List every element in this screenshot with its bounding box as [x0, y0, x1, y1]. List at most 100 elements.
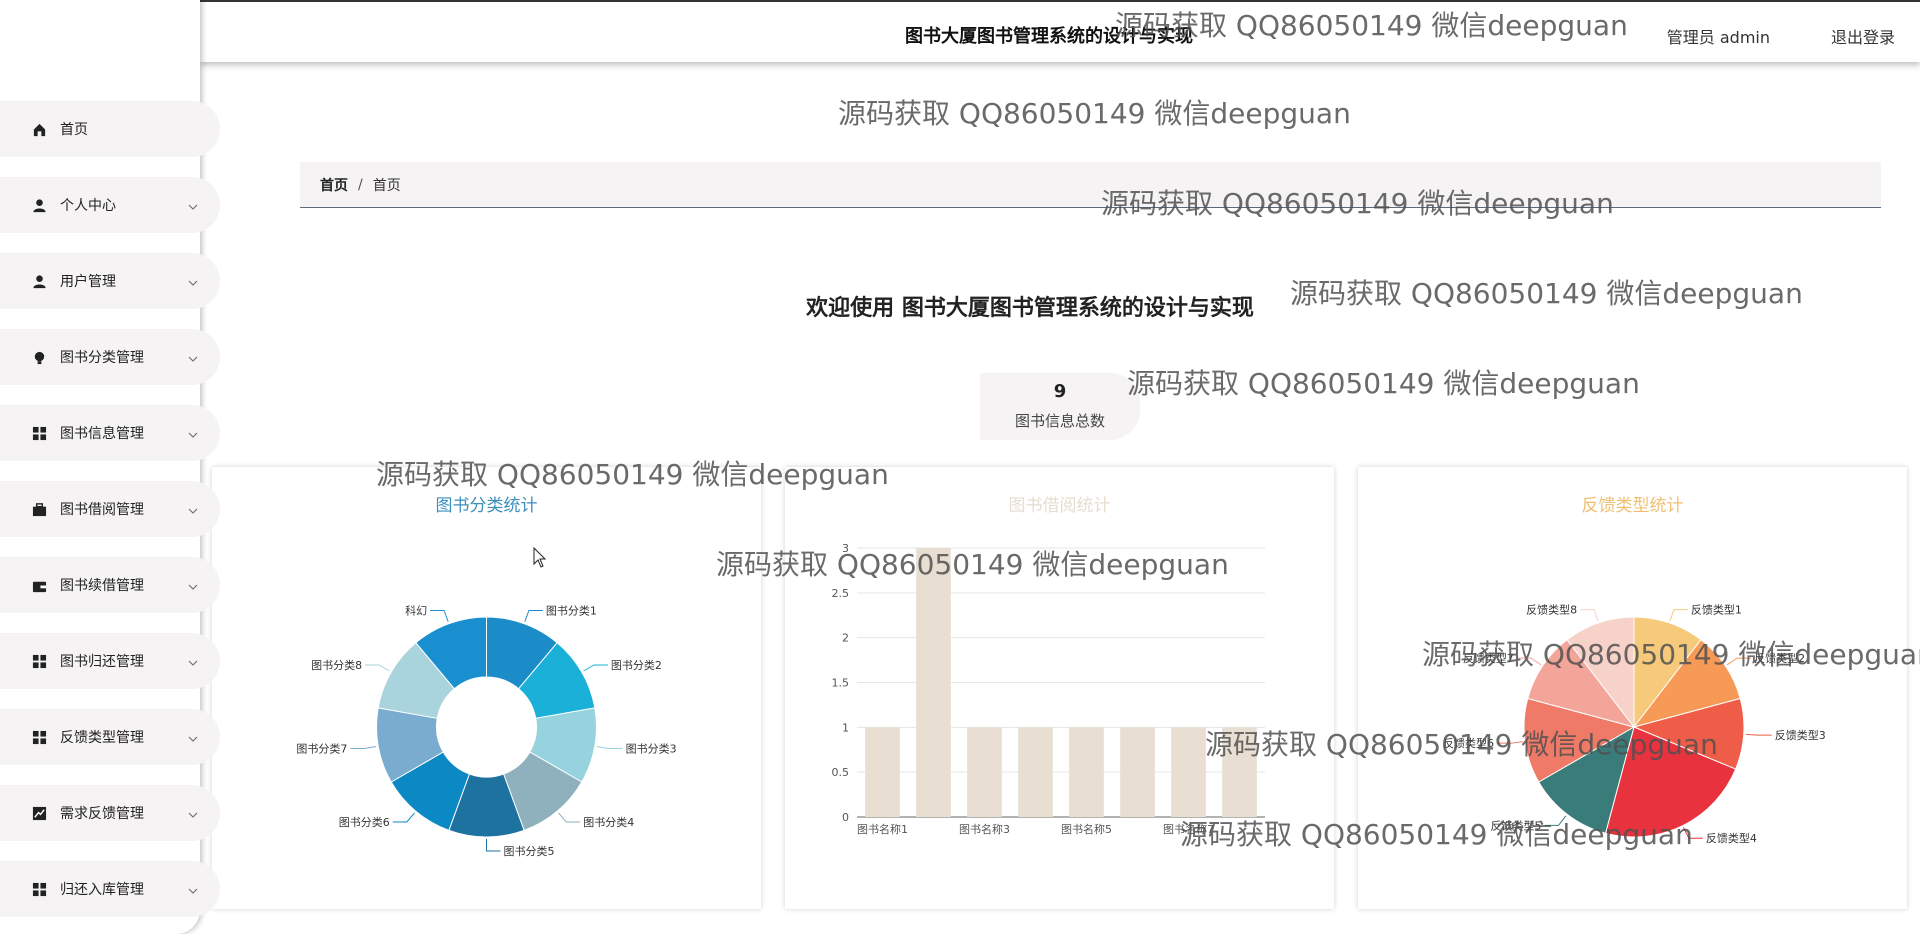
- bar[interactable]: [916, 548, 951, 817]
- home-icon: [31, 121, 47, 137]
- pie-label: 反馈类型2: [1754, 651, 1805, 665]
- chevron-down-icon: [188, 653, 200, 666]
- pie-label-line: [392, 812, 415, 823]
- y-tick-label: 2: [842, 632, 849, 645]
- stat-label: 图书信息总数: [1014, 412, 1105, 430]
- sidebar-item-label: 图书分类管理: [60, 350, 144, 366]
- y-tick-label: 1: [842, 721, 849, 734]
- x-tick-label: 图书名称3: [959, 822, 1010, 836]
- pie-label: 图书分类1: [546, 603, 597, 617]
- sidebar-item[interactable]: 需求反馈管理: [0, 785, 220, 841]
- book-count-stat: 9 图书信息总数: [980, 373, 1140, 440]
- sidebar-item-label: 图书归还管理: [60, 654, 144, 670]
- sidebar-item[interactable]: 首页: [0, 101, 220, 157]
- pie-label-line: [583, 664, 608, 672]
- pie-label-line: [558, 812, 581, 823]
- bar[interactable]: [865, 727, 900, 817]
- user-icon: [31, 273, 47, 289]
- chevron-down-icon: [188, 501, 200, 514]
- bar[interactable]: [1069, 727, 1104, 817]
- pie-label: 反馈类型8: [1526, 603, 1577, 617]
- sidebar-item[interactable]: 归还入库管理: [0, 861, 220, 917]
- pie-label: 反馈类型6: [1443, 736, 1494, 750]
- donut-chart: 图书分类1 图书分类2 图书分类3 图书分类4 图书分类5 图书分类6 图书分类7 图书分类8…: [296, 603, 677, 858]
- chevron-down-icon: [188, 273, 200, 286]
- bar[interactable]: [1018, 727, 1053, 817]
- bar[interactable]: [1120, 727, 1155, 817]
- borrow-chart-card: 图书借阅统计 0 0.5 1 1.5 2 2.5 3 图书名称1 图书名称3 图书名称5 图书名称7: [785, 467, 1334, 909]
- chevron-down-icon: [188, 881, 200, 894]
- x-tick-label: 图书名称5: [1061, 822, 1112, 836]
- x-tick-label: 图书名称7: [1163, 822, 1214, 836]
- watermark: 源码获取 QQ86050149 微信deepguan: [838, 97, 1351, 130]
- wallet-icon: [31, 577, 47, 593]
- pie-label: 图书分类5: [504, 844, 555, 858]
- sidebar-item[interactable]: 图书续借管理: [0, 557, 220, 613]
- pie-label: 反馈类型3: [1775, 728, 1826, 742]
- breadcrumb: 首页 / 首页: [300, 162, 1881, 208]
- sidebar-item[interactable]: 用户管理: [0, 253, 220, 309]
- chevron-down-icon: [188, 197, 200, 210]
- pie-label: 图书分类2: [611, 658, 662, 672]
- breadcrumb-separator: /: [358, 176, 363, 193]
- sidebar-item[interactable]: 图书归还管理: [0, 633, 220, 689]
- grid-icon: [31, 729, 47, 745]
- chevron-down-icon: [188, 577, 200, 590]
- app-title: 图书大厦图书管理系统的设计与实现: [905, 26, 1193, 47]
- sidebar-item[interactable]: 图书分类管理: [0, 329, 220, 385]
- bulb-icon: [31, 349, 47, 365]
- y-tick-label: 2.5: [832, 587, 850, 600]
- pie-label: 图书分类4: [583, 815, 634, 829]
- chevron-down-icon: [188, 729, 200, 742]
- pie-label-line: [350, 745, 377, 750]
- bar[interactable]: [967, 727, 1002, 817]
- sidebar-item-label: 首页: [60, 122, 88, 138]
- breadcrumb-current: 首页: [372, 177, 401, 194]
- pie-label-line: [524, 609, 543, 622]
- breadcrumb-home[interactable]: 首页: [320, 175, 348, 195]
- pie-label-line: [1726, 657, 1752, 666]
- chevron-down-icon: [188, 805, 200, 818]
- y-tick-label: 3: [842, 542, 849, 555]
- mouse-cursor-icon: [533, 547, 547, 568]
- top-header: 图书大厦图书管理系统的设计与实现 管理员 admin 退出登录: [200, 0, 1920, 62]
- y-tick-label: 0: [842, 811, 849, 824]
- pie-label-line: [430, 609, 449, 622]
- pie-label-line: [1683, 827, 1703, 839]
- pie-label-line: [1497, 741, 1524, 744]
- sidebar-item[interactable]: 反馈类型管理: [0, 709, 220, 765]
- pie-label-line: [1669, 609, 1688, 622]
- logout-link[interactable]: 退出登录: [1831, 24, 1895, 48]
- pie-label: 科幻: [405, 603, 427, 617]
- x-tick-label: 图书名称1: [857, 822, 908, 836]
- feedback-chart-card: 反馈类型统计 反馈类型1 反馈类型2 反馈类型3 反馈类型4 反馈类型5 反馈类型6 反馈类…: [1358, 467, 1907, 909]
- sidebar-item-label: 图书信息管理: [60, 426, 144, 442]
- sidebar-item-label: 图书续借管理: [60, 578, 144, 594]
- bar[interactable]: [1171, 727, 1206, 817]
- pie-label: 反馈类型5: [1491, 818, 1542, 832]
- category-chart-card: 图书分类统计 图书分类1 图书分类2 图书分类3 图书分类4 图书分类5 图书分类6 图书分…: [212, 467, 761, 909]
- sidebar-item-label: 用户管理: [60, 274, 116, 290]
- briefcase-icon: [31, 501, 47, 517]
- grid-icon: [31, 425, 47, 441]
- pie-label-line: [596, 745, 623, 750]
- pie-chart: 反馈类型1 反馈类型2 反馈类型3 反馈类型4 反馈类型5 反馈类型6 反馈类型7 反馈类型8: [1443, 603, 1826, 846]
- sidebar-item-label: 图书借阅管理: [60, 502, 144, 518]
- sidebar-item[interactable]: 图书信息管理: [0, 405, 220, 461]
- sidebar: 首页个人中心用户管理图书分类管理 图书信息管理 图书借阅管理 图书续借管理 图书归还管理…: [0, 0, 220, 934]
- pie-label-line: [1745, 733, 1772, 736]
- pie-label-line: [1580, 609, 1599, 622]
- pie-label: 反馈类型4: [1706, 831, 1757, 845]
- sidebar-item[interactable]: 图书借阅管理: [0, 481, 220, 537]
- y-tick-label: 0.5: [832, 766, 850, 779]
- sidebar-menu: 首页个人中心用户管理图书分类管理 图书信息管理 图书借阅管理 图书续借管理 图书归还管理…: [0, 101, 220, 934]
- pie-label: 图书分类7: [296, 742, 347, 756]
- current-user: 管理员 admin: [1666, 28, 1770, 47]
- watermark: 源码获取 QQ86050149 微信deepguan: [1127, 367, 1640, 400]
- pie-label: 图书分类3: [626, 742, 677, 756]
- pie-label: 反馈类型1: [1691, 603, 1742, 617]
- bar[interactable]: [1222, 727, 1257, 817]
- sidebar-item-label: 归还入库管理: [60, 882, 144, 898]
- sidebar-item-label: 需求反馈管理: [60, 806, 144, 822]
- sidebar-item[interactable]: 个人中心: [0, 177, 220, 233]
